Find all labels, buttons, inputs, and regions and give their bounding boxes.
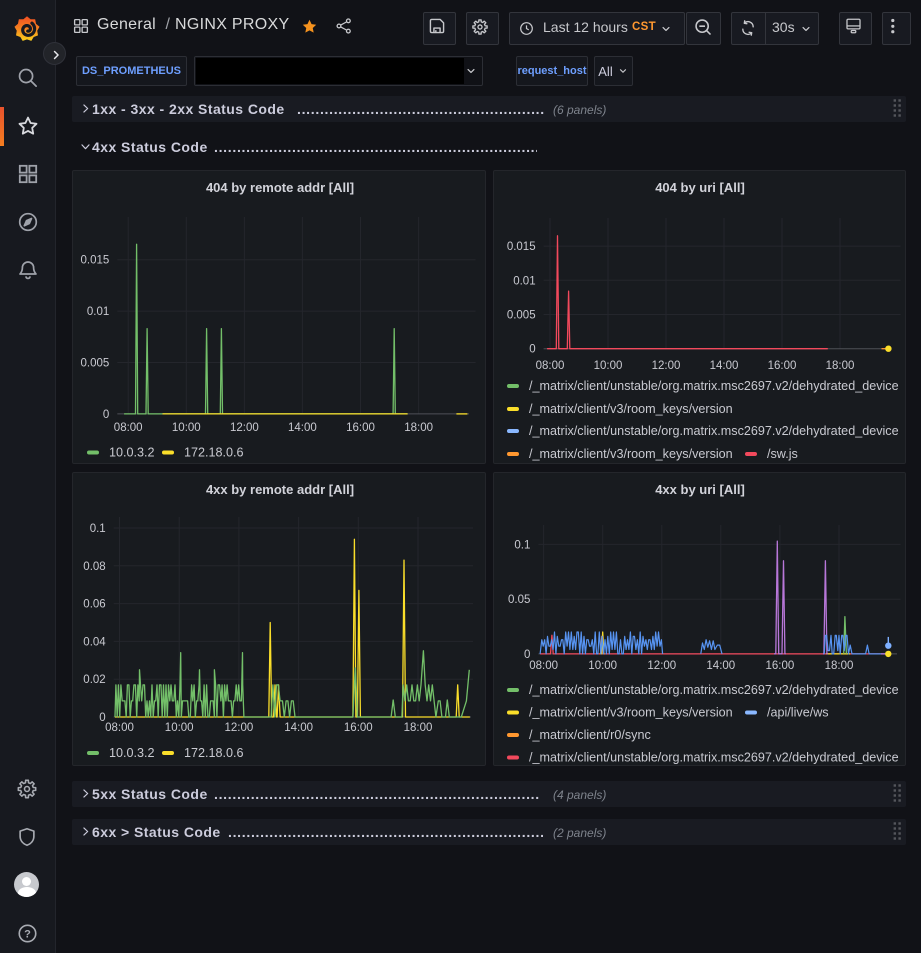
svg-text:0: 0: [529, 344, 535, 356]
svg-text:0.015: 0.015: [507, 241, 536, 253]
svg-text:0.01: 0.01: [513, 275, 535, 287]
svg-text:404 by remote addr [All]: 404 by remote addr [All]: [206, 180, 354, 195]
svg-text:16:00: 16:00: [768, 360, 797, 372]
svg-text:08:00: 08:00: [105, 722, 134, 734]
svg-text:18:00: 18:00: [404, 722, 433, 734]
svg-text:18:00: 18:00: [404, 422, 433, 434]
svg-text:10.0.3.2: 10.0.3.2: [109, 446, 155, 460]
svg-text:/_matrix/client/r0/sync: /_matrix/client/r0/sync: [529, 728, 651, 742]
svg-text:/sw.js: /sw.js: [767, 447, 798, 461]
svg-text:18:00: 18:00: [825, 660, 854, 672]
svg-text:10:00: 10:00: [172, 422, 201, 434]
svg-text:/_matrix/client/v3/room_keys/v: /_matrix/client/v3/room_keys/version: [529, 402, 733, 416]
svg-text:0.01: 0.01: [87, 306, 109, 318]
svg-text:/_matrix/client/unstable/org.m: /_matrix/client/unstable/org.matrix.msc2…: [529, 379, 899, 393]
svg-text:12:00: 12:00: [225, 722, 254, 734]
svg-text:0.05: 0.05: [508, 594, 530, 606]
svg-text:16:00: 16:00: [766, 660, 795, 672]
svg-text:0.005: 0.005: [507, 310, 536, 322]
svg-text:10:00: 10:00: [165, 722, 194, 734]
svg-text:0.08: 0.08: [83, 561, 105, 573]
svg-text:0: 0: [103, 409, 109, 421]
svg-text:08:00: 08:00: [536, 360, 565, 372]
svg-text:12:00: 12:00: [230, 422, 259, 434]
svg-text:10:00: 10:00: [594, 360, 623, 372]
svg-text:14:00: 14:00: [710, 360, 739, 372]
svg-text:?: ?: [24, 929, 31, 941]
svg-text:0.02: 0.02: [83, 674, 105, 686]
svg-text:172.18.0.6: 172.18.0.6: [184, 446, 244, 460]
svg-text:12:00: 12:00: [652, 360, 681, 372]
svg-text:14:00: 14:00: [284, 722, 313, 734]
svg-text:14:00: 14:00: [288, 422, 317, 434]
svg-text:172.18.0.6: 172.18.0.6: [184, 746, 244, 760]
svg-text:0.1: 0.1: [90, 523, 106, 535]
svg-text:0.015: 0.015: [81, 255, 110, 267]
svg-text:08:00: 08:00: [529, 660, 558, 672]
svg-text:10:00: 10:00: [588, 660, 617, 672]
svg-text:/_matrix/client/unstable/org.m: /_matrix/client/unstable/org.matrix.msc2…: [529, 683, 899, 697]
svg-text:404 by uri [All]: 404 by uri [All]: [655, 180, 745, 195]
svg-text:/_matrix/client/v3/room_keys/v: /_matrix/client/v3/room_keys/version: [529, 447, 733, 461]
svg-text:14:00: 14:00: [706, 660, 735, 672]
svg-text:/_matrix/client/v3/room_keys/v: /_matrix/client/v3/room_keys/version: [529, 706, 733, 720]
svg-text:/_matrix/client/unstable/org.m: /_matrix/client/unstable/org.matrix.msc2…: [529, 751, 899, 765]
svg-text:08:00: 08:00: [114, 422, 143, 434]
svg-text:0.005: 0.005: [81, 358, 110, 370]
svg-text:16:00: 16:00: [346, 422, 375, 434]
svg-text:4xx by uri [All]: 4xx by uri [All]: [655, 482, 745, 497]
svg-text:0.06: 0.06: [83, 599, 105, 611]
svg-text:/api/live/ws: /api/live/ws: [767, 706, 829, 720]
svg-text:4xx by remote addr [All]: 4xx by remote addr [All]: [206, 482, 354, 497]
svg-text:16:00: 16:00: [344, 722, 373, 734]
svg-text:0.04: 0.04: [83, 636, 106, 648]
svg-text:/_matrix/client/unstable/org.m: /_matrix/client/unstable/org.matrix.msc2…: [529, 424, 899, 438]
svg-text:0.1: 0.1: [514, 539, 530, 551]
svg-text:18:00: 18:00: [826, 360, 855, 372]
svg-text:12:00: 12:00: [647, 660, 676, 672]
svg-text:10.0.3.2: 10.0.3.2: [109, 746, 155, 760]
